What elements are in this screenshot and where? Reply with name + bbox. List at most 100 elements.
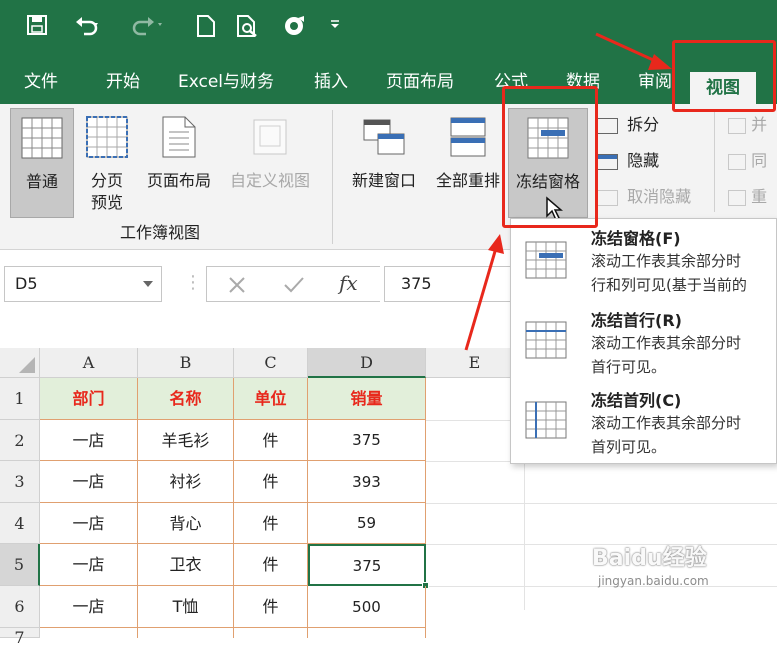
split-icon [598,117,618,134]
tab-file[interactable]: 文件 [24,68,58,96]
table-cell[interactable] [308,628,426,638]
table-cell[interactable]: 一店 [40,586,138,628]
menu-item-desc: 滚动工作表其余部分时 [591,252,742,270]
split-button[interactable]: 拆分 [598,114,659,136]
column-header[interactable]: A [40,348,138,378]
table-cell[interactable]: 件 [234,461,308,503]
custom-views-button[interactable]: 自定义视图 [222,108,318,218]
split-label: 拆分 [627,115,660,134]
reset-position-button[interactable]: 重 [728,186,767,208]
name-box[interactable]: D5 [4,266,162,302]
customize-icon[interactable] [330,14,340,38]
row-header[interactable]: 4 [0,503,40,544]
redo-icon[interactable] [132,14,164,41]
normal-view-button[interactable]: 普通 [10,108,74,218]
table-cell[interactable]: 卫衣 [138,544,234,586]
unhide-button[interactable]: 取消隐藏 [598,186,691,208]
page-break-preview-button[interactable]: 分页 预览 [78,108,136,218]
row-header[interactable]: 2 [0,420,40,461]
print-preview-icon[interactable] [236,14,260,43]
formula-value: 375 [401,274,432,293]
table-cell[interactable] [138,628,234,638]
tab-review[interactable]: 审阅 [638,68,672,96]
table-cell[interactable]: 375 [308,420,426,461]
insert-function-button[interactable]: fx [339,271,358,295]
touch-mode-icon[interactable] [282,14,308,43]
freeze-panes-icon [525,241,567,279]
custom-views-icon [253,119,287,155]
table-cell[interactable]: 一店 [40,544,138,586]
table-cell[interactable]: 500 [308,586,426,628]
new-window-icon [363,119,405,155]
hide-button[interactable]: 隐藏 [598,150,659,172]
table-header-cell[interactable]: 名称 [138,378,234,420]
tab-page-layout[interactable]: 页面布局 [386,68,454,96]
arrange-all-button[interactable]: 全部重排 [428,108,508,218]
formula-bar-grip: ⋮ [184,272,202,293]
tab-excel-finance[interactable]: Excel与财务 [178,68,274,96]
table-cell[interactable]: 59 [308,503,426,544]
checkmark-icon[interactable] [283,275,305,295]
table-header-cell[interactable]: 部门 [40,378,138,420]
table-cell[interactable]: 件 [234,503,308,544]
chevron-down-icon[interactable] [143,281,153,287]
name-box-value: D5 [15,274,38,293]
row-header[interactable]: 5 [0,544,40,586]
table-header-cell[interactable]: 销量 [308,378,426,420]
row-header[interactable]: 7 [0,628,40,647]
ribbon-separator [332,110,333,244]
table-cell[interactable]: T恤 [138,586,234,628]
save-icon[interactable] [26,14,48,41]
row-header[interactable]: 3 [0,461,40,503]
column-header[interactable]: B [138,348,234,378]
page-layout-icon [162,116,196,158]
title-bar [0,0,777,60]
new-window-button[interactable]: 新建窗口 [344,108,424,218]
new-document-icon[interactable] [196,14,216,43]
side-by-side-icon [728,117,746,134]
sync-scroll-button[interactable]: 同 [728,150,767,172]
sync-scroll-icon [728,153,746,170]
table-cell[interactable] [40,628,138,638]
column-header[interactable]: C [234,348,308,378]
table-cell[interactable]: 件 [234,586,308,628]
normal-view-label: 普通 [25,172,58,191]
normal-view-icon [21,117,63,159]
selected-cell[interactable]: 375 [308,544,426,586]
row-header[interactable]: 1 [0,378,40,420]
ribbon-tab-bar: 文件 开始 Excel与财务 插入 页面布局 公式 数据 审阅 视图 [0,60,777,104]
menu-item-freeze-first-column[interactable]: 冻结首列(C) 滚动工作表其余部分时 首列可见。 [511,383,777,465]
table-cell[interactable]: 一店 [40,420,138,461]
sync-scroll-label: 同 [751,151,768,170]
column-header[interactable]: D [308,348,426,378]
table-cell[interactable]: 背心 [138,503,234,544]
page-break-label-1: 分页 [90,171,123,190]
tab-home[interactable]: 开始 [106,68,140,96]
freeze-panes-menu: 冻结窗格(F) 滚动工作表其余部分时 行和列可见(基于当前的 冻结首行(R) 滚… [510,218,777,464]
undo-icon[interactable] [74,14,100,41]
table-cell[interactable]: 件 [234,420,308,461]
ribbon-separator [714,112,715,212]
table-cell[interactable]: 羊毛衫 [138,420,234,461]
table-cell[interactable]: 393 [308,461,426,503]
close-icon[interactable] [227,275,247,295]
view-side-by-side-button[interactable]: 并 [728,114,767,136]
baidu-watermark-url: jingyan.baidu.com [598,574,709,588]
row-header[interactable]: 6 [0,586,40,628]
table-cell[interactable]: 一店 [40,461,138,503]
select-all-corner[interactable] [0,348,40,378]
annotation-highlight-freeze-button [502,86,598,228]
menu-item-freeze-top-row[interactable]: 冻结首行(R) 滚动工作表其余部分时 首行可见。 [511,303,777,383]
hide-icon [598,153,618,170]
table-cell[interactable]: 一店 [40,503,138,544]
menu-item-desc: 行和列可见(基于当前的 [591,276,747,294]
table-cell[interactable]: 件 [234,544,308,586]
tab-insert[interactable]: 插入 [314,68,348,96]
menu-item-freeze-panes[interactable]: 冻结窗格(F) 滚动工作表其余部分时 行和列可见(基于当前的 [511,219,777,303]
page-break-icon [86,116,128,158]
table-header-cell[interactable]: 单位 [234,378,308,420]
table-cell[interactable]: 衬衫 [138,461,234,503]
table-cell[interactable] [234,628,308,638]
page-layout-view-button[interactable]: 页面布局 [140,108,218,218]
menu-item-desc: 首列可见。 [591,438,667,456]
